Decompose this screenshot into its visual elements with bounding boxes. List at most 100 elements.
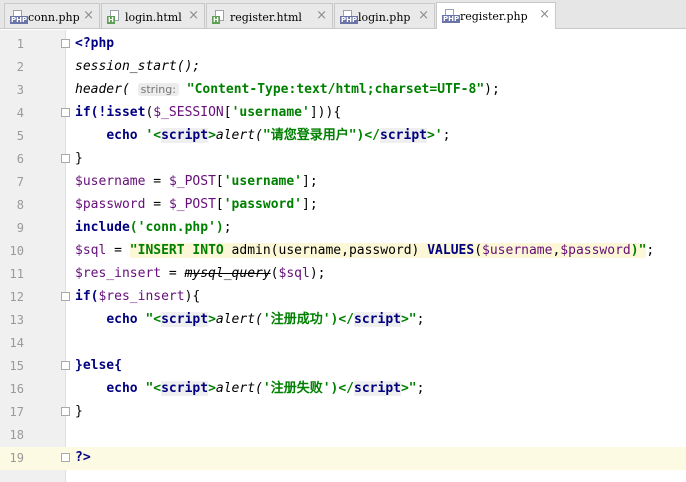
tab-label: register.html (230, 11, 302, 24)
code-token: ; (442, 128, 451, 143)
code-line: 18 (0, 424, 686, 447)
line-number: 13 (9, 313, 24, 327)
fold-marker-icon[interactable] (61, 453, 70, 462)
php-file-icon: PHP (340, 10, 359, 24)
code-token: $password (75, 197, 146, 212)
line-number: 14 (9, 336, 24, 350)
code-token: "< (145, 381, 162, 396)
code-token: )</ (330, 312, 355, 327)
line-number: 3 (16, 83, 24, 97)
code-line: 17 } (0, 401, 686, 424)
line-number: 2 (16, 60, 24, 74)
code-token: "INSERT INTO (129, 243, 224, 258)
line-number: 10 (9, 244, 24, 258)
tab-label: register.php (460, 10, 528, 23)
code-token: VALUES (427, 243, 475, 258)
editor-tab-bar: PHP conn.php × H login.html × H register… (0, 0, 686, 29)
line-number: 16 (9, 382, 24, 396)
code-line: 12 if($res_insert){ (0, 286, 686, 309)
fold-marker-icon[interactable] (61, 292, 70, 301)
code-token: ; (646, 243, 655, 258)
code-token: $password (560, 243, 631, 258)
line-number: 8 (16, 198, 24, 212)
code-token: }else{ (75, 358, 122, 373)
tab-label: login.html (125, 11, 182, 24)
code-token: $res_insert (98, 289, 185, 304)
code-token: > (208, 381, 216, 396)
code-token: script (161, 381, 209, 396)
close-icon[interactable]: × (188, 9, 199, 23)
code-token: = (145, 174, 169, 189)
fold-marker-icon[interactable] (61, 154, 70, 163)
code-token: ( (270, 266, 279, 281)
code-token: alert( (215, 312, 263, 327)
code-token: header( (75, 82, 130, 97)
code-token: '注册失败' (262, 381, 331, 396)
close-icon[interactable]: × (316, 9, 327, 23)
tab-login-html[interactable]: H login.html × (101, 3, 205, 28)
code-token: ?> (75, 450, 91, 465)
tab-register-html[interactable]: H register.html × (206, 3, 333, 28)
code-token: ]; (302, 174, 318, 189)
code-token: echo (106, 128, 138, 143)
code-token: '< (145, 128, 162, 143)
code-token: echo (106, 312, 138, 327)
code-line: 3 header( string: "Content-Type:text/htm… (0, 79, 686, 102)
line-number: 17 (9, 405, 24, 419)
tab-login-php[interactable]: PHP login.php × (334, 3, 435, 28)
code-token: $_POST (168, 197, 216, 212)
line-number: 9 (16, 221, 24, 235)
code-token: } (75, 404, 83, 419)
code-line: 7 $username = $_POST['username']; (0, 171, 686, 194)
code-token: 'username' (231, 105, 310, 120)
line-number: 12 (9, 290, 24, 304)
code-token: ; (416, 312, 425, 327)
code-token: script (354, 312, 401, 327)
code-token: $_POST (168, 174, 216, 189)
code-token: echo (106, 381, 138, 396)
line-number: 1 (16, 37, 24, 51)
code-token: mysql_query (184, 266, 271, 281)
code-token: ( (474, 243, 483, 258)
code-line: 13 echo "<script>alert('注册成功')</script>"… (0, 309, 686, 332)
code-token: = (106, 243, 130, 258)
fold-marker-icon[interactable] (61, 108, 70, 117)
code-line: 5 echo '<script>alert("请您登录用户")</script>… (0, 125, 686, 148)
tab-register-php[interactable]: PHP register.php × (436, 2, 556, 29)
line-number: 19 (9, 451, 24, 465)
code-token: = (161, 266, 185, 281)
html-file-icon: H (212, 10, 226, 24)
html-file-icon: H (107, 10, 121, 24)
code-token: if( (75, 289, 99, 304)
code-line: 2 session_start(); (0, 56, 686, 79)
fold-marker-icon[interactable] (61, 361, 70, 370)
code-token: ('conn.php') (129, 220, 224, 235)
code-token: ; (223, 220, 232, 235)
close-icon[interactable]: × (539, 8, 550, 22)
fold-marker-icon[interactable] (61, 407, 70, 416)
code-line: 11 $res_insert = mysql_query($sql); (0, 263, 686, 286)
close-icon[interactable]: × (83, 9, 94, 23)
php-file-icon: PHP (442, 9, 461, 23)
php-file-icon: PHP (10, 10, 29, 24)
code-token: >' (426, 128, 443, 143)
code-line: 9 include('conn.php'); (0, 217, 686, 240)
parameter-hint: string: (137, 83, 179, 96)
code-token: } (75, 151, 83, 166)
code-token: 'password' (223, 197, 303, 212)
close-icon[interactable]: × (418, 9, 429, 23)
fold-marker-icon[interactable] (61, 39, 70, 48)
tab-conn-php[interactable]: PHP conn.php × (4, 3, 100, 28)
code-line: 14 (0, 332, 686, 355)
current-code-line: 19 ?> (0, 447, 686, 470)
code-token: >" (400, 381, 417, 396)
code-token: [ (215, 197, 224, 212)
code-token: script (354, 381, 401, 396)
code-token: ); (309, 266, 326, 281)
code-token: $res_insert (75, 266, 162, 281)
code-token: ])){ (309, 105, 342, 120)
code-token: [ (215, 174, 224, 189)
code-token: = (145, 197, 169, 212)
line-number: 6 (16, 152, 24, 166)
code-token: $sql (75, 243, 107, 258)
